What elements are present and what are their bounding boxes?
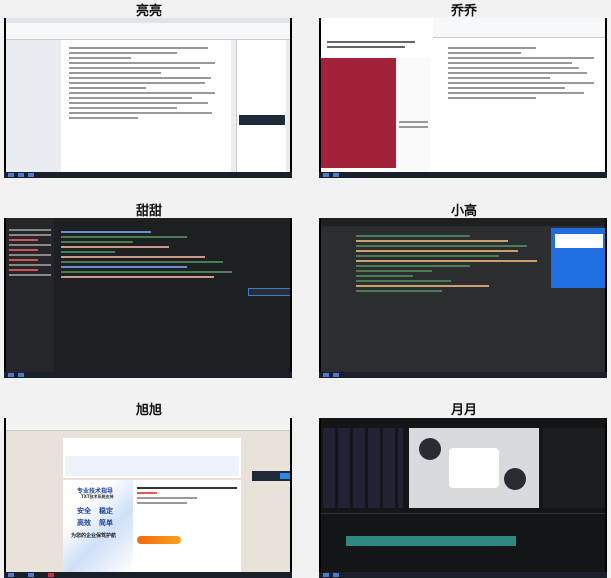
timeline-clip[interactable] <box>346 536 516 546</box>
document-page <box>61 40 231 172</box>
label-tiantian: 甜甜 <box>135 204 162 219</box>
screenshot-tiantian[interactable] <box>4 218 292 378</box>
browser-tabs <box>6 418 290 431</box>
side-panel <box>236 40 286 172</box>
video-preview <box>409 428 539 508</box>
screenshot-xiaogao[interactable] <box>319 218 607 378</box>
product-card: 专业技术指导 TXT技术系统支持 安全 稳定 高效 简单 为您的企业保驾护航 <box>63 480 241 572</box>
label-xiaogao: 小高 <box>450 204 477 219</box>
media-library <box>323 428 403 508</box>
code-area <box>61 228 241 281</box>
label-yueyue: 月月 <box>450 403 477 418</box>
browser-preview <box>551 228 605 288</box>
file-explorer <box>6 218 54 372</box>
screenshot-qiaoqiao[interactable] <box>319 18 607 178</box>
label-qiaoqiao: 乔乔 <box>450 4 477 19</box>
buy-button[interactable] <box>137 536 181 544</box>
browser-window <box>321 18 431 172</box>
label-xuxu: 旭旭 <box>135 403 162 418</box>
document-page <box>446 42 596 104</box>
screenshot-liangliang[interactable] <box>4 18 292 178</box>
screenshot-xuxu[interactable]: 专业技术指导 TXT技术系统支持 安全 稳定 高效 简单 为您的企业保驾护航 <box>4 418 292 578</box>
screenshot-yueyue[interactable] <box>319 418 607 578</box>
code-area <box>356 232 546 295</box>
label-liangliang: 亮亮 <box>135 4 162 19</box>
